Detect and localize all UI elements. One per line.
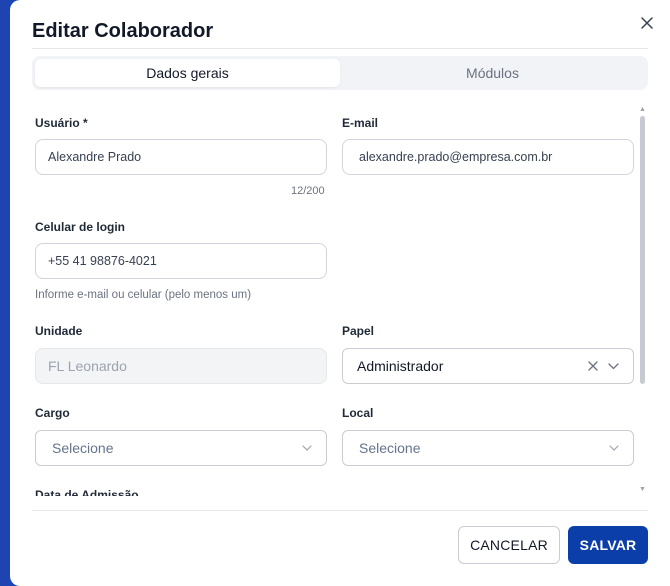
celular-input[interactable]: +55 41 98876-4021 [35,243,327,279]
celular-hint: Informe e-mail ou celular (pelo menos um… [35,289,252,301]
unidade-label: Unidade [35,324,83,338]
clear-icon[interactable] [588,361,598,371]
usuario-char-counter: 12/200 [291,185,325,197]
scroll-up-arrow[interactable]: ▲ [639,106,646,113]
chevron-down-icon [302,445,312,451]
chevron-down-icon [609,445,619,451]
header-divider [32,48,648,49]
email-input[interactable]: alexandre.prado@empresa.com.br [342,139,634,175]
cargo-label: Cargo [35,406,70,420]
edit-collaborator-dialog: Editar Colaborador Dados gerais Módulos … [10,0,670,586]
cargo-select[interactable]: Selecione [35,430,327,466]
usuario-label: Usuário * [35,116,88,130]
local-select[interactable]: Selecione [342,430,634,466]
close-icon[interactable] [636,12,658,34]
usuario-input[interactable]: Alexandre Prado [35,139,327,175]
celular-label: Celular de login [35,220,126,234]
tab-dados-gerais[interactable]: Dados gerais [35,59,340,87]
cancel-button[interactable]: CANCELAR [458,526,560,564]
footer-divider [32,510,648,511]
data-admissao-label: Data de Admissão [35,488,139,496]
scrollbar-thumb[interactable] [640,116,645,384]
local-label: Local [342,406,374,420]
backdrop [0,0,10,586]
papel-selected-value: Administrador [357,358,444,374]
email-label: E-mail [342,116,379,130]
unidade-input: FL Leonardo [35,348,327,384]
tab-modulos[interactable]: Módulos [340,59,645,87]
papel-select[interactable]: Administrador [342,348,634,384]
tab-bar: Dados gerais Módulos [32,56,648,90]
dialog-title: Editar Colaborador [32,20,214,42]
cargo-placeholder: Selecione [52,440,114,456]
save-button[interactable]: SALVAR [568,526,648,564]
local-placeholder: Selecione [359,440,421,456]
scroll-down-arrow[interactable]: ▼ [639,486,646,493]
papel-label: Papel [342,324,375,338]
form-scroll-area: Usuário * Alexandre Prado 12/200 E-mail … [35,104,647,496]
chevron-down-icon [608,362,619,370]
